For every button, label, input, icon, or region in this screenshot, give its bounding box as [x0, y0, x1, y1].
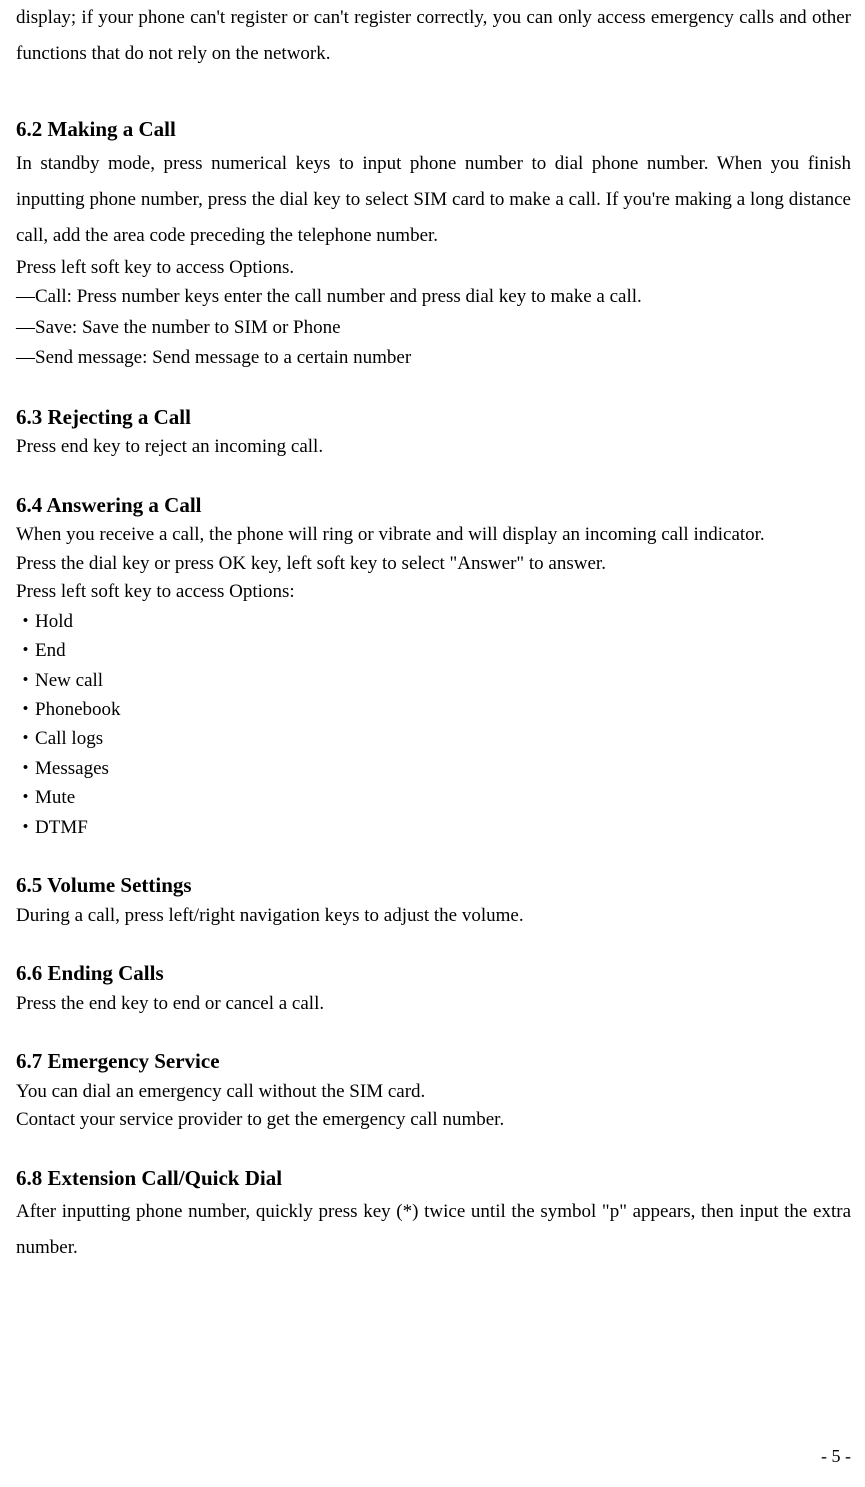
s64-bullet-1-text: Hold — [35, 611, 73, 632]
s64-bullet-5: ・Call logs — [16, 724, 851, 753]
s67-p2: Contact your service provider to get the… — [16, 1106, 851, 1135]
s64-bullet-6: ・Messages — [16, 754, 851, 783]
s62-p2: Press left soft key to access Options. — [16, 254, 851, 283]
s62-item-3: ―Send message: Send message to a certain… — [16, 343, 851, 373]
heading-6-5: 6.5 Volume Settings — [16, 870, 851, 902]
s62-item-3-text: Send message: Send message to a certain … — [35, 347, 411, 368]
s64-p3: Press left soft key to access Options: — [16, 578, 851, 607]
s65-p1: During a call, press left/right navigati… — [16, 902, 851, 931]
page-number: - 5 - — [821, 1446, 851, 1467]
heading-6-4: 6.4 Answering a Call — [16, 490, 851, 522]
s64-bullet-5-text: Call logs — [35, 728, 103, 749]
s64-bullet-3: ・New call — [16, 666, 851, 695]
s67-p1: You can dial an emergency call without t… — [16, 1078, 851, 1107]
s64-p1: When you receive a call, the phone will … — [16, 521, 851, 550]
intro-paragraph: display; if your phone can't register or… — [16, 0, 851, 72]
s64-bullet-1: ・Hold — [16, 607, 851, 636]
s64-bullet-2: ・End — [16, 636, 851, 665]
s64-bullet-7-text: Mute — [35, 787, 75, 808]
heading-6-6: 6.6 Ending Calls — [16, 958, 851, 990]
s64-bullet-2-text: End — [35, 640, 66, 661]
s64-bullet-6-text: Messages — [35, 758, 109, 779]
s62-p1: In standby mode, press numerical keys to… — [16, 146, 851, 254]
s63-p1: Press end key to reject an incoming call… — [16, 433, 851, 462]
heading-6-8: 6.8 Extension Call/Quick Dial — [16, 1163, 851, 1195]
s64-bullet-4: ・Phonebook — [16, 695, 851, 724]
s64-bullet-8-text: DTMF — [35, 817, 88, 838]
s64-bullet-7: ・Mute — [16, 783, 851, 812]
heading-6-3: 6.3 Rejecting a Call — [16, 402, 851, 434]
s62-item-2: ―Save: Save the number to SIM or Phone — [16, 313, 851, 343]
s62-item-1-text: Call: Press number keys enter the call n… — [35, 286, 642, 307]
s64-bullet-8: ・DTMF — [16, 813, 851, 842]
s68-p1: After inputting phone number, quickly pr… — [16, 1194, 851, 1266]
s64-p2: Press the dial key or press OK key, left… — [16, 550, 851, 579]
s66-p1: Press the end key to end or cancel a cal… — [16, 990, 851, 1019]
s62-item-2-text: Save: Save the number to SIM or Phone — [35, 317, 341, 338]
heading-6-7: 6.7 Emergency Service — [16, 1046, 851, 1078]
s62-item-1: ―Call: Press number keys enter the call … — [16, 282, 851, 312]
s64-bullet-4-text: Phonebook — [35, 699, 121, 720]
s64-bullet-3-text: New call — [35, 670, 103, 691]
heading-6-2: 6.2 Making a Call — [16, 114, 851, 146]
